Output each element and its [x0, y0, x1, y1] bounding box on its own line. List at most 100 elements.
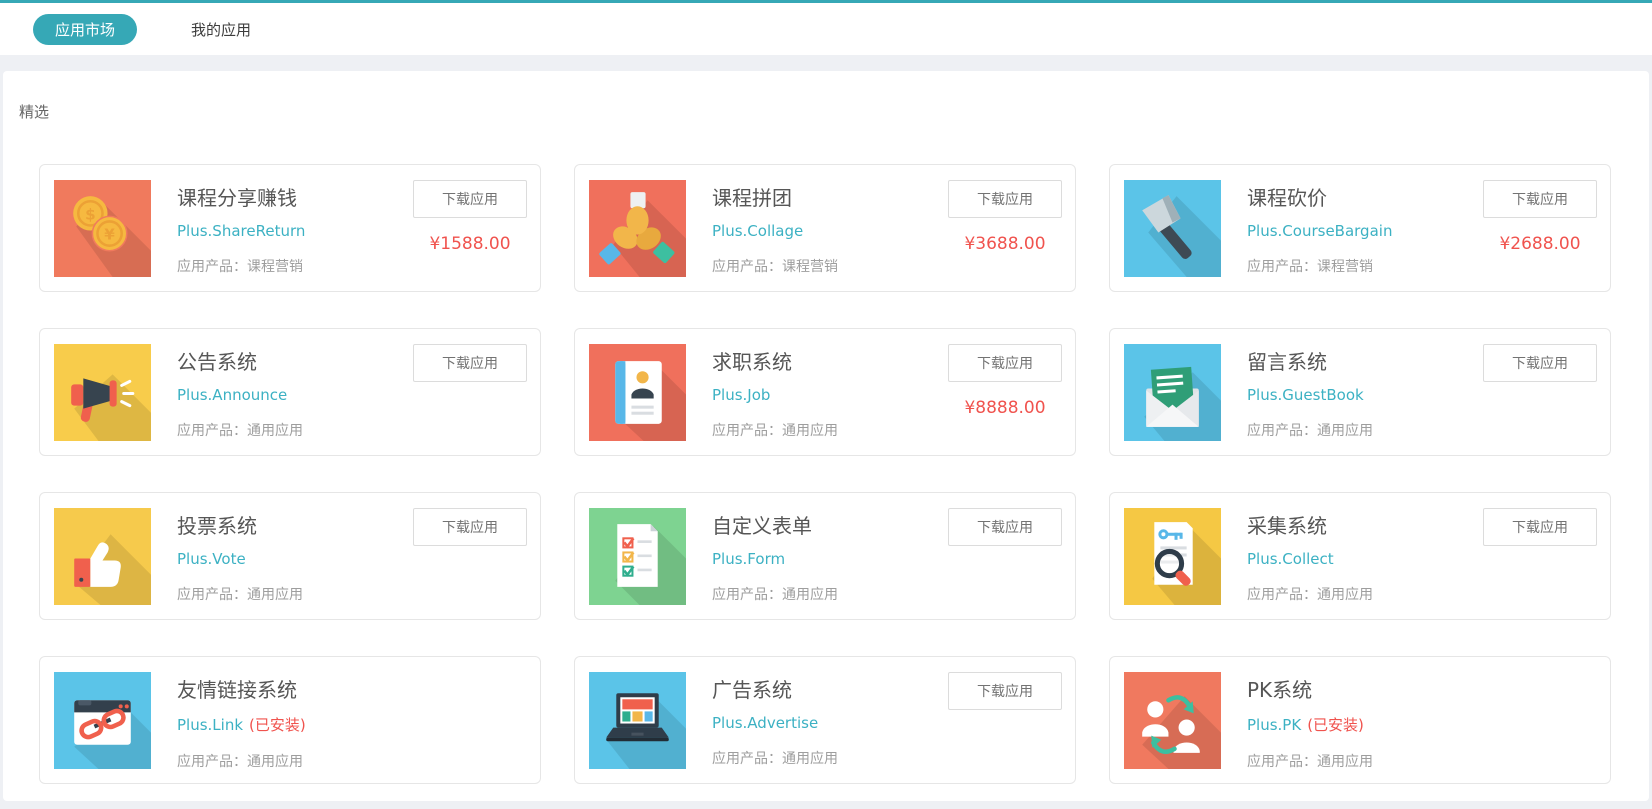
app-title: 课程砍价	[1247, 186, 1327, 210]
svg-text:¥: ¥	[104, 226, 115, 244]
app-actions: 下载应用 ¥1588.00	[413, 180, 527, 254]
app-package: Plus.CourseBargain	[1247, 222, 1393, 240]
resume-icon	[589, 344, 686, 441]
app-package: Plus.PK	[1247, 716, 1302, 734]
download-button[interactable]: 下载应用	[1483, 508, 1597, 546]
app-info: 友情链接系统 Plus.Link (已安装) 应用产品：通用应用	[177, 674, 306, 771]
download-button[interactable]: 下载应用	[413, 180, 527, 218]
app-card: 公告系统 Plus.Announce 应用产品：通用应用 下载应用	[39, 328, 541, 456]
app-card: 采集系统 Plus.Collect 应用产品：通用应用 下载应用	[1109, 492, 1611, 620]
app-info: 求职系统 Plus.Job 应用产品：通用应用	[712, 346, 838, 440]
app-package: Plus.Link	[177, 716, 244, 734]
download-button[interactable]: 下载应用	[1483, 344, 1597, 382]
app-actions: 下载应用 ¥2688.00	[1483, 180, 1597, 254]
app-product: 应用产品：通用应用	[177, 587, 303, 603]
app-title: 自定义表单	[712, 514, 812, 538]
app-package-line: Plus.Collect	[1247, 550, 1373, 568]
app-actions: 下载应用	[948, 508, 1062, 546]
app-info: 采集系统 Plus.Collect 应用产品：通用应用	[1247, 510, 1373, 604]
download-button[interactable]: 下载应用	[948, 508, 1062, 546]
tab-app-market[interactable]: 应用市场	[33, 13, 138, 45]
app-title: 友情链接系统	[177, 678, 297, 702]
app-actions: 下载应用	[413, 344, 527, 382]
app-card: PK系统 Plus.PK (已安装) 应用产品：通用应用	[1109, 656, 1611, 784]
section-title: 精选	[19, 103, 50, 121]
app-package: Plus.Job	[712, 386, 771, 404]
download-button[interactable]: 下载应用	[948, 344, 1062, 382]
app-product: 应用产品：课程营销	[712, 259, 838, 275]
svg-text:$: $	[85, 205, 96, 223]
download-button[interactable]: 下载应用	[948, 180, 1062, 218]
app-package-line: Plus.Link (已安装)	[177, 714, 306, 735]
installed-badge: (已安装)	[1307, 716, 1364, 734]
app-card: $ ¥ 课程分享赚钱 Plus.ShareReturn 应用产品：课程营销 下载…	[39, 164, 541, 292]
hands-together-icon	[589, 180, 686, 277]
app-info: PK系统 Plus.PK (已安装) 应用产品：通用应用	[1247, 674, 1373, 771]
app-title: 求职系统	[712, 350, 792, 374]
thumbs-up-icon	[54, 508, 151, 605]
app-info: 留言系统 Plus.GuestBook 应用产品：通用应用	[1247, 346, 1373, 440]
app-package-line: Plus.Form	[712, 550, 838, 568]
content-panel: 精选 $ ¥ 课程分享赚钱 Plus.ShareReturn 应用产品：课程营销…	[3, 71, 1649, 801]
app-actions: 下载应用 ¥8888.00	[948, 344, 1062, 418]
tab-bar: 应用市场 我的应用	[0, 3, 1652, 55]
app-title: 课程拼团	[712, 186, 792, 210]
megaphone-icon	[54, 344, 151, 441]
app-info: 投票系统 Plus.Vote 应用产品：通用应用	[177, 510, 303, 604]
app-package-line: Plus.ShareReturn	[177, 222, 305, 240]
app-card: 留言系统 Plus.GuestBook 应用产品：通用应用 下载应用	[1109, 328, 1611, 456]
magnifier-doc-icon	[1124, 508, 1221, 605]
app-package: Plus.Vote	[177, 550, 246, 568]
app-package: Plus.Advertise	[712, 714, 819, 732]
app-package-line: Plus.Collage	[712, 222, 838, 240]
app-package-line: Plus.Advertise	[712, 714, 838, 732]
app-title: 留言系统	[1247, 350, 1327, 374]
app-package: Plus.ShareReturn	[177, 222, 306, 240]
download-button[interactable]: 下载应用	[1483, 180, 1597, 218]
app-package-line: Plus.Job	[712, 386, 838, 404]
app-product: 应用产品：通用应用	[177, 423, 303, 439]
tab-my-apps[interactable]: 我的应用	[191, 19, 251, 40]
app-package: Plus.Collage	[712, 222, 804, 240]
app-title: 采集系统	[1247, 514, 1327, 538]
app-title: 公告系统	[177, 350, 257, 374]
laptop-ad-icon	[589, 672, 686, 769]
app-product: 应用产品：通用应用	[1247, 754, 1373, 770]
app-title: 广告系统	[712, 678, 792, 702]
app-product: 应用产品：通用应用	[1247, 423, 1373, 439]
app-card: 广告系统 Plus.Advertise 应用产品：通用应用 下载应用	[574, 656, 1076, 784]
app-actions: 下载应用	[1483, 508, 1597, 546]
installed-badge: (已安装)	[249, 716, 306, 734]
app-actions: 下载应用	[948, 672, 1062, 710]
app-card: 课程拼团 Plus.Collage 应用产品：课程营销 下载应用 ¥3688.0…	[574, 164, 1076, 292]
app-card: 课程砍价 Plus.CourseBargain 应用产品：课程营销 下载应用 ¥…	[1109, 164, 1611, 292]
download-button[interactable]: 下载应用	[413, 508, 527, 546]
app-title: 投票系统	[177, 514, 257, 538]
download-button[interactable]: 下载应用	[948, 672, 1062, 710]
app-product: 应用产品：通用应用	[712, 751, 838, 767]
chain-link-icon	[54, 672, 151, 769]
app-product: 应用产品：通用应用	[712, 423, 838, 439]
app-card: 友情链接系统 Plus.Link (已安装) 应用产品：通用应用	[39, 656, 541, 784]
download-button[interactable]: 下载应用	[413, 344, 527, 382]
app-actions: 下载应用	[413, 508, 527, 546]
envelope-icon	[1124, 344, 1221, 441]
app-info: 广告系统 Plus.Advertise 应用产品：通用应用	[712, 674, 838, 768]
app-product: 应用产品：课程营销	[1247, 259, 1373, 275]
coins-icon: $ ¥	[54, 180, 151, 277]
app-info: 公告系统 Plus.Announce 应用产品：通用应用	[177, 346, 303, 440]
app-product: 应用产品：通用应用	[177, 754, 303, 770]
axe-icon	[1124, 180, 1221, 277]
app-title: 课程分享赚钱	[177, 186, 297, 210]
app-price: ¥2688.00	[1499, 234, 1581, 254]
app-info: 课程砍价 Plus.CourseBargain 应用产品：课程营销	[1247, 182, 1392, 276]
app-actions: 下载应用	[1483, 344, 1597, 382]
app-actions: 下载应用 ¥3688.00	[948, 180, 1062, 254]
app-package-line: Plus.PK (已安装)	[1247, 714, 1373, 735]
people-swap-icon	[1124, 672, 1221, 769]
app-product: 应用产品：通用应用	[1247, 587, 1373, 603]
app-package: Plus.Collect	[1247, 550, 1334, 568]
app-grid: $ ¥ 课程分享赚钱 Plus.ShareReturn 应用产品：课程营销 下载…	[39, 164, 1649, 784]
checklist-icon	[589, 508, 686, 605]
app-package-line: Plus.CourseBargain	[1247, 222, 1392, 240]
